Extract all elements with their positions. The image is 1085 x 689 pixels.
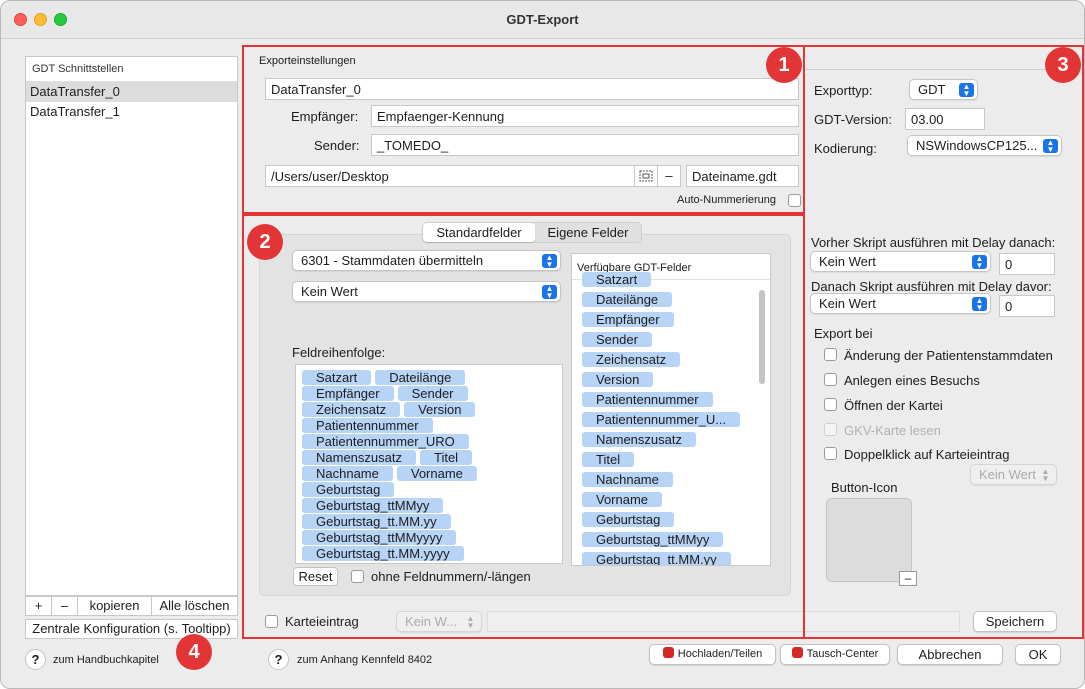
delete-all-button[interactable]: Alle löschen [152, 597, 237, 615]
gdt-export-window: GDT-Export GDT Schnittstellen DataTransf… [0, 0, 1085, 689]
ok-button[interactable]: OK [1015, 644, 1061, 665]
copy-button[interactable]: kopieren [78, 597, 152, 615]
annotation-badge: 2 [247, 224, 283, 260]
help-icon[interactable]: ? [268, 649, 289, 670]
manual-link[interactable]: zum Handbuchkapitel [53, 654, 159, 666]
exchange-icon [791, 647, 803, 658]
sidebar-toolbar: + – kopieren Alle löschen [25, 596, 238, 616]
upload-share-label: Hochladen/Teilen [677, 648, 763, 660]
annotation-box-2 [242, 214, 805, 639]
title-bar: GDT-Export [1, 1, 1084, 39]
interface-list-header: GDT Schnittstellen [26, 57, 237, 82]
cancel-button[interactable]: Abbrechen [897, 644, 1003, 665]
exchange-center-button[interactable]: Tausch-Center [780, 644, 890, 665]
central-config-button[interactable]: Zentrale Konfiguration (s. Tooltipp) [25, 619, 238, 639]
annotation-box-3 [803, 45, 1084, 639]
annotation-badge: 3 [1045, 47, 1081, 83]
add-button[interactable]: + [26, 597, 52, 615]
window-title: GDT-Export [506, 12, 579, 27]
annotation-badge: 4 [176, 634, 212, 670]
list-item[interactable]: DataTransfer_1 [26, 102, 237, 122]
annotation-badge: 1 [766, 47, 802, 83]
remove-button[interactable]: – [52, 597, 78, 615]
upload-share-button[interactable]: Hochladen/Teilen [649, 644, 776, 665]
upload-icon [662, 647, 674, 658]
annotation-box-1 [242, 45, 805, 214]
list-item[interactable]: DataTransfer_0 [26, 82, 237, 102]
interface-list[interactable]: GDT Schnittstellen DataTransfer_0 DataTr… [25, 56, 238, 596]
exchange-center-label: Tausch-Center [806, 648, 879, 660]
help-icon[interactable]: ? [25, 649, 46, 670]
appendix-link[interactable]: zum Anhang Kennfeld 8402 [297, 654, 432, 666]
